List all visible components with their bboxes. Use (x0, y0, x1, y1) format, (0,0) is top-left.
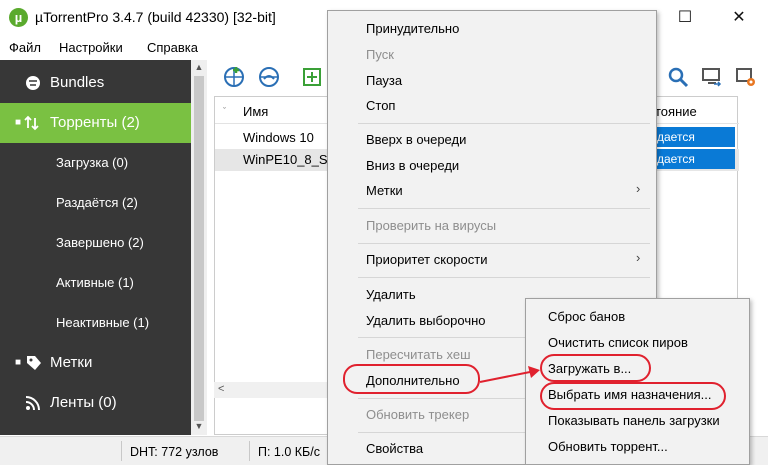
menu-item-update-tracker: Обновить трекер (366, 407, 470, 422)
dht-status: DHT: 772 узлов (130, 445, 219, 459)
sidebar-item-feeds[interactable]: Ленты (0) (0, 383, 191, 423)
sidebar-item-label: Завершено (2) (56, 235, 144, 250)
sidebar-item-label: Активные (1) (56, 275, 134, 290)
remote-icon[interactable] (700, 65, 724, 89)
menu-item-start: Пуск (366, 47, 394, 62)
status-divider (249, 441, 250, 461)
sidebar-item-downloading[interactable]: Загрузка (0) (0, 143, 191, 183)
torrent-state: дается (655, 149, 735, 169)
settings-icon[interactable] (734, 65, 758, 89)
sidebar-item-labels[interactable]: ■ Метки (0, 343, 191, 383)
scroll-down-icon[interactable]: ▼ (194, 421, 204, 431)
menu-item-speed-priority[interactable]: Приоритет скорости (366, 252, 487, 267)
sidebar-item-seeding[interactable]: Раздаётся (2) (0, 183, 191, 223)
rss-icon (25, 395, 41, 411)
sidebar: Bundles ■ Торренты (2) Загрузка (0) Разд… (0, 60, 197, 435)
highlight-advanced (343, 364, 480, 394)
sidebar-item-label: Неактивные (1) (56, 315, 150, 330)
add-link-icon[interactable] (257, 65, 281, 89)
horizontal-scrollbar[interactable]: < (214, 382, 334, 398)
add-url-icon[interactable] (222, 65, 246, 89)
menu-item-recheck-hash: Пересчитать хеш (366, 347, 471, 362)
menu-separator (358, 277, 650, 278)
column-name-header[interactable]: Имя (243, 104, 268, 119)
menu-item-queue-down[interactable]: Вниз в очереди (366, 158, 459, 173)
scroll-thumb[interactable] (194, 76, 204, 421)
tag-icon (26, 355, 42, 371)
utorrent-logo-icon: µ (9, 8, 28, 27)
submenu-item-update-torrent[interactable]: Обновить торрент... (548, 439, 668, 454)
chevron-right-icon: › (636, 181, 641, 196)
sidebar-item-label: Bundles (50, 74, 105, 91)
menu-item-stop[interactable]: Стоп (366, 98, 395, 113)
submenu-item-reset-bans[interactable]: Сброс банов (548, 309, 625, 324)
sidebar-item-label: Раздаётся (2) (56, 195, 138, 210)
expand-icon: ■ (14, 357, 22, 368)
search-icon[interactable] (666, 65, 690, 89)
menu-help[interactable]: Справка (147, 40, 198, 55)
sidebar-item-torrents[interactable]: ■ Торренты (2) (0, 103, 191, 143)
sidebar-item-active[interactable]: Активные (1) (0, 263, 191, 303)
sidebar-item-label: Торренты (2) (50, 114, 140, 131)
submenu-item-clear-peers[interactable]: Очистить список пиров (548, 335, 688, 350)
sidebar-item-label: Загрузка (0) (56, 155, 129, 170)
highlight-download-to (540, 354, 651, 382)
scroll-up-icon[interactable]: ▲ (194, 62, 204, 72)
status-divider (121, 441, 122, 461)
torrents-icon (24, 115, 40, 131)
chevron-right-icon: › (636, 250, 641, 265)
menu-settings[interactable]: Настройки (59, 40, 123, 55)
menu-item-virus-scan: Проверить на вирусы (366, 218, 497, 233)
window-title: µTorrentPro 3.4.7 (build 42330) [32-bit] (35, 9, 276, 25)
menu-item-delete-selective[interactable]: Удалить выборочно (366, 313, 486, 328)
download-speed: П: 1.0 КБ/с (258, 445, 320, 459)
column-state-header[interactable]: тояние (655, 104, 697, 119)
menu-item-delete[interactable]: Удалить (366, 287, 416, 302)
annotation-arrow (479, 366, 540, 383)
menu-separator (358, 243, 650, 244)
sidebar-item-label: Ленты (0) (50, 394, 117, 411)
highlight-choose-name (540, 382, 726, 410)
sidebar-item-completed[interactable]: Завершено (2) (0, 223, 191, 263)
torrent-state: дается (655, 127, 735, 147)
maximize-button[interactable]: ☐ (662, 0, 708, 36)
menu-item-pause[interactable]: Пауза (366, 73, 402, 88)
sidebar-scrollbar[interactable]: ▲ ▼ (191, 60, 207, 435)
torrent-name: Windows 10 (243, 130, 314, 145)
torrent-name: WinPE10_8_S (243, 152, 328, 167)
bundles-icon (25, 75, 41, 91)
menu-separator (358, 123, 650, 124)
menu-item-queue-up[interactable]: Вверх в очереди (366, 132, 466, 147)
scroll-left-icon[interactable]: < (218, 383, 224, 395)
sort-icon: ˇ (223, 106, 226, 116)
close-button[interactable]: ✕ (716, 0, 762, 36)
sidebar-item-bundles[interactable]: Bundles (0, 63, 191, 103)
menu-item-force-start[interactable]: Принудительно (366, 21, 459, 36)
sidebar-item-label: Метки (50, 354, 93, 371)
menu-item-labels[interactable]: Метки (366, 183, 403, 198)
menu-file[interactable]: Файл (9, 40, 41, 55)
sidebar-item-inactive[interactable]: Неактивные (1) (0, 303, 191, 343)
create-torrent-icon[interactable] (302, 65, 322, 89)
menu-item-properties[interactable]: Свойства (366, 441, 423, 456)
submenu-item-show-download-bar[interactable]: Показывать панель загрузки (548, 413, 720, 428)
menu-separator (358, 208, 650, 209)
